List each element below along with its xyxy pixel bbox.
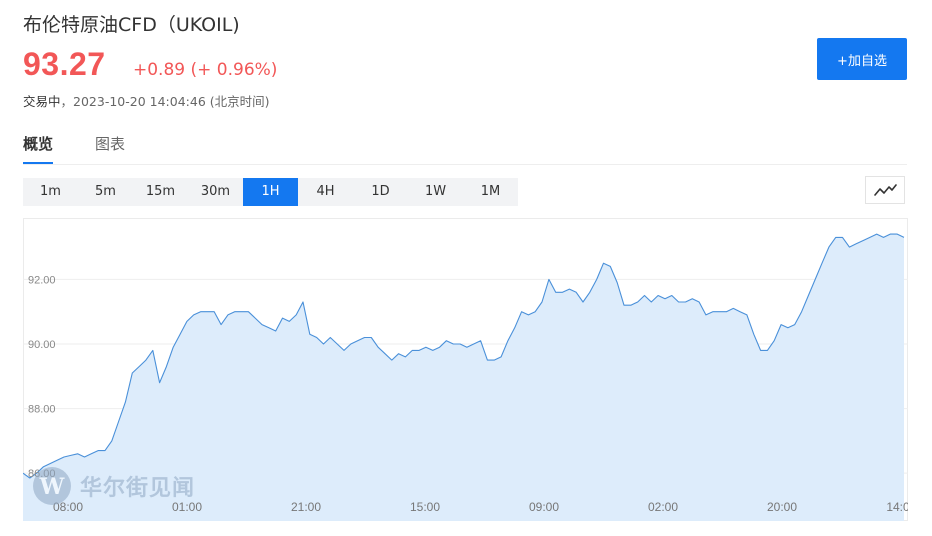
- y-tick-label: 92.00: [28, 274, 56, 286]
- status-label: 交易中: [23, 94, 61, 109]
- period-30m[interactable]: 30m: [188, 178, 243, 206]
- y-tick-label: 88.00: [28, 404, 56, 416]
- timestamp: ，2023-10-20 14:04:46 (北京时间): [60, 94, 270, 109]
- x-tick-label: 14:0: [886, 500, 908, 514]
- price-area: [23, 234, 904, 521]
- tab-bar: 概览 图表: [23, 133, 907, 165]
- y-tick-label: 90.00: [28, 339, 56, 351]
- period-1h[interactable]: 1H: [243, 178, 298, 206]
- line-chart-icon: [874, 184, 897, 196]
- period-1w[interactable]: 1W: [408, 178, 463, 206]
- tab-overview[interactable]: 概览: [23, 133, 54, 164]
- current-price: 93.27: [23, 46, 106, 82]
- period-selector: 1m 5m 15m 30m 1H 4H 1D 1W 1M: [23, 178, 518, 206]
- x-tick-label: 20:00: [767, 500, 797, 514]
- period-4h[interactable]: 4H: [298, 178, 353, 206]
- period-1m[interactable]: 1m: [23, 178, 78, 206]
- instrument-title: 布伦特原油CFD（UKOIL): [23, 14, 240, 36]
- x-tick-label: 01:00: [172, 500, 202, 514]
- tab-chart[interactable]: 图表: [95, 133, 125, 164]
- x-tick-label: 15:00: [410, 500, 440, 514]
- period-1mo[interactable]: 1M: [463, 178, 518, 206]
- add-to-watchlist-button[interactable]: +加自选: [817, 38, 907, 80]
- x-tick-label: 08:00: [53, 500, 83, 514]
- period-5m[interactable]: 5m: [78, 178, 133, 206]
- period-15m[interactable]: 15m: [133, 178, 188, 206]
- chart-type-button[interactable]: [865, 176, 905, 204]
- x-tick-label: 02:00: [648, 500, 678, 514]
- price-chart[interactable]: 86.00 88.00 90.00 92.00 08:00 01:00 21:00 15:00…: [23, 218, 908, 521]
- x-tick-label: 09:00: [529, 500, 559, 514]
- price-change: +0.89 (+ 0.96%): [133, 60, 278, 80]
- trade-status: 交易中，2023-10-20 14:04:46 (北京时间): [23, 91, 270, 110]
- x-tick-label: 21:00: [291, 500, 321, 514]
- period-1d[interactable]: 1D: [353, 178, 408, 206]
- y-tick-label: 86.00: [28, 468, 56, 480]
